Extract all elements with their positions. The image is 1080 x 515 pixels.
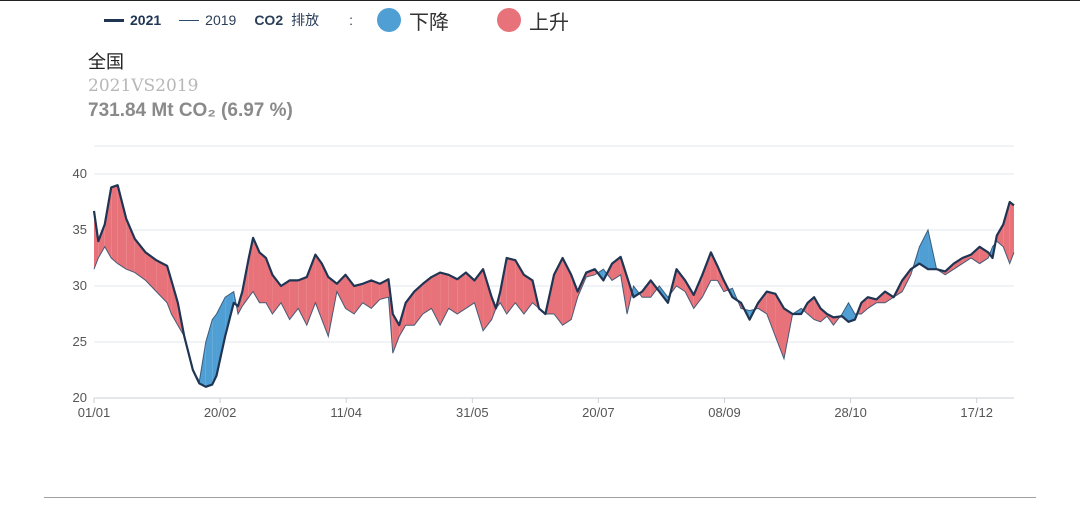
difference-band [354,283,363,314]
x-tick-label: 17/12 [960,405,993,420]
x-tick-label: 08/09 [708,405,741,420]
y-tick-label: 20 [73,390,87,405]
difference-band [506,258,516,314]
emissions-chart[interactable]: 20 25 30 35 40 01/01 20/02 11/04 31/05 20/07 08/09… [0,0,1080,515]
difference-band [448,274,458,314]
difference-band [156,260,168,303]
difference-band [111,185,118,264]
difference-band [702,252,711,298]
bottom-divider [44,497,1036,498]
difference-band [766,291,776,337]
y-tick-label: 35 [73,222,87,237]
y-tick-label: 40 [73,166,87,181]
x-tick-label: 01/01 [78,405,111,420]
difference-band [298,277,307,326]
x-tick-label: 31/05 [456,405,489,420]
difference-band [216,297,226,376]
x-tick-label: 20/02 [204,405,237,420]
y-tick-label: 25 [73,334,87,349]
difference-band [775,293,784,359]
x-tick-label: 20/07 [582,405,615,420]
difference-band [259,252,266,303]
y-tick-label: 30 [73,278,87,293]
x-tick-label: 28/10 [834,405,867,420]
x-tick-label: 11/04 [330,405,362,420]
